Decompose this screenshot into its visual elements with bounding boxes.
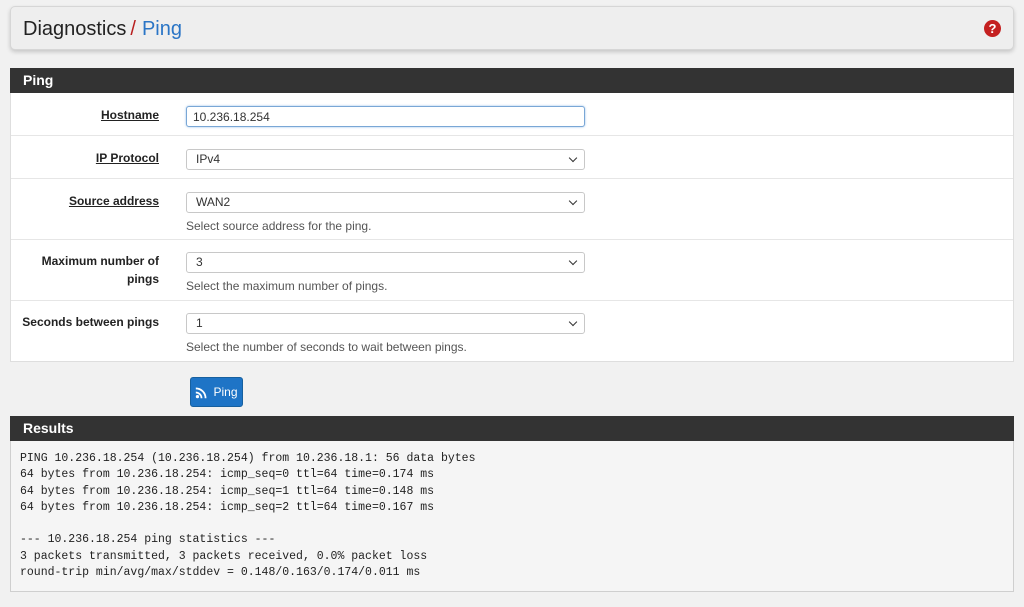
hostname-label[interactable]: Hostname	[19, 106, 159, 124]
ping-button-label: Ping	[213, 385, 238, 399]
seconds-between-row: Seconds between pings 1 Select the numbe…	[11, 301, 1013, 362]
page-header: Diagnostics / Ping ?	[10, 6, 1014, 50]
chevron-down-icon	[568, 317, 578, 327]
max-pings-select[interactable]: 3	[186, 252, 585, 273]
breadcrumb-ping[interactable]: Ping	[142, 18, 182, 40]
rss-icon	[196, 387, 207, 398]
breadcrumb: Diagnostics / Ping	[23, 17, 182, 41]
hostname-input[interactable]	[186, 106, 585, 127]
source-address-row: Source address WAN2 Select source addres…	[11, 179, 1013, 240]
max-pings-help: Select the maximum number of pings.	[186, 279, 388, 293]
max-pings-row: Maximum number of pings 3 Select the max…	[11, 240, 1013, 301]
ip-protocol-label[interactable]: IP Protocol	[19, 149, 159, 167]
seconds-between-select[interactable]: 1	[186, 313, 585, 334]
seconds-between-help: Select the number of seconds to wait bet…	[186, 340, 467, 354]
chevron-down-icon	[568, 153, 578, 163]
breadcrumb-diagnostics[interactable]: Diagnostics	[23, 18, 126, 40]
hostname-row: Hostname	[11, 93, 1013, 136]
question-circle-icon[interactable]: ?	[984, 20, 1001, 37]
chevron-down-icon	[568, 196, 578, 206]
ip-protocol-row: IP Protocol IPv4	[11, 136, 1013, 179]
ip-protocol-select[interactable]: IPv4	[186, 149, 585, 170]
ping-button[interactable]: Ping	[190, 377, 243, 407]
source-address-help: Select source address for the ping.	[186, 219, 372, 233]
results-output-box: PING 10.236.18.254 (10.236.18.254) from …	[10, 441, 1014, 592]
chevron-down-icon	[568, 256, 578, 266]
ping-form: Hostname IP Protocol IPv4 Source address…	[10, 93, 1014, 362]
source-address-select[interactable]: WAN2	[186, 192, 585, 213]
ping-results-output: PING 10.236.18.254 (10.236.18.254) from …	[20, 452, 476, 580]
ping-panel-heading: Ping	[10, 68, 1014, 93]
breadcrumb-separator: /	[130, 18, 136, 40]
source-address-label[interactable]: Source address	[19, 192, 159, 210]
ip-protocol-value: IPv4	[196, 152, 221, 166]
seconds-between-value: 1	[196, 316, 203, 330]
max-pings-value: 3	[196, 255, 203, 269]
source-address-value: WAN2	[196, 195, 231, 209]
max-pings-label: Maximum number of pings	[41, 254, 159, 286]
seconds-between-label: Seconds between pings	[22, 315, 159, 329]
results-panel-heading: Results	[10, 416, 1014, 441]
